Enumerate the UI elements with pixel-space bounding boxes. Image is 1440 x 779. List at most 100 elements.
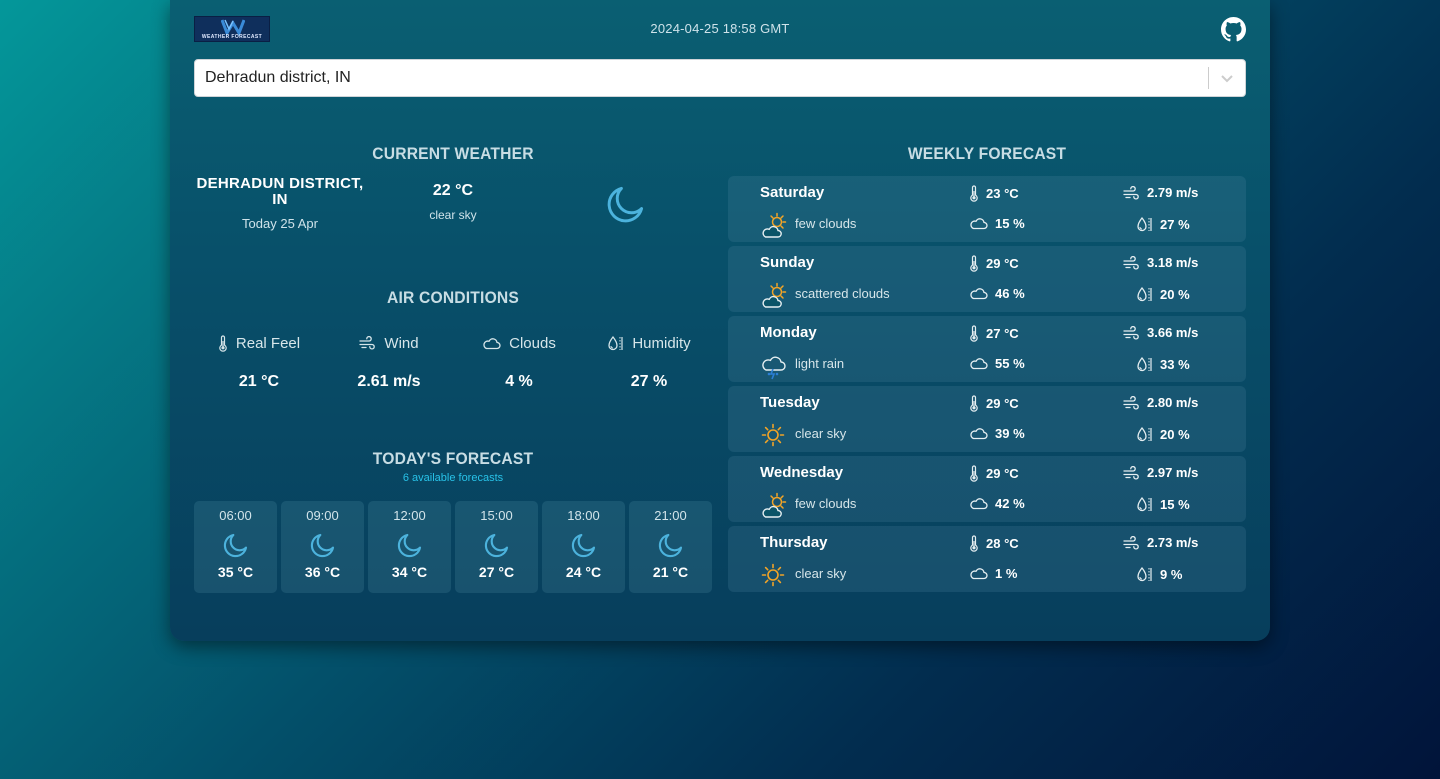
- forecast-wind-metric: 2.80 m/s: [1123, 395, 1198, 410]
- forecast-clouds: 46 %: [995, 286, 1025, 301]
- air-condition-label: Humidity: [632, 334, 691, 352]
- current-description: clear sky: [429, 208, 477, 222]
- forecast-day: Thursday: [760, 534, 828, 551]
- github-icon: [1221, 17, 1246, 42]
- forecast-humidity-metric: 9 %: [1136, 566, 1182, 583]
- forecast-day: Saturday: [760, 184, 825, 201]
- forecast-temp-metric: 23 °C: [969, 185, 1019, 202]
- forecast-humidity-metric: 20 %: [1136, 286, 1190, 303]
- forecast-humidity: 15 %: [1160, 497, 1190, 512]
- weekly-forecast-row: Sunday scattered clouds 29 °C 3.18 m/s 4…: [728, 246, 1246, 312]
- wind-icon: [1123, 185, 1139, 200]
- hourly-forecast-card: 15:00 27 °C: [455, 501, 538, 593]
- weekly-forecast-row: Saturday few clouds 23 °C 2.79 m/s 15 %: [728, 176, 1246, 242]
- forecast-wind: 2.73 m/s: [1147, 535, 1199, 550]
- forecast-description: scattered clouds: [795, 286, 890, 301]
- github-link[interactable]: [1221, 17, 1246, 42]
- humidity-icon: [1137, 566, 1152, 582]
- todays-forecast-subtitle: 6 available forecasts: [402, 472, 504, 484]
- weekly-forecast-row: Monday light rain 27 °C 3.66 m/s 55 % 33…: [728, 316, 1246, 382]
- forecast-wind: 2.97 m/s: [1147, 465, 1199, 480]
- cloud-icon: [483, 337, 501, 349]
- wind-icon: [1123, 395, 1139, 410]
- humidity-icon: [608, 335, 623, 350]
- forecast-clouds-metric: 42 %: [969, 496, 1025, 511]
- weekly-forecast-title: WEEKLY FORECAST: [907, 144, 1067, 163]
- humidity-icon: [1137, 216, 1152, 232]
- forecast-clouds-metric: 15 %: [969, 216, 1025, 231]
- moon-icon: [604, 182, 648, 231]
- weekly-forecast-row: Wednesday few clouds 29 °C 2.97 m/s 42 %: [728, 456, 1246, 522]
- thermometer-icon: [970, 395, 978, 412]
- forecast-wind: 2.79 m/s: [1147, 185, 1199, 200]
- air-condition-value: 2.61 m/s: [357, 373, 421, 390]
- forecast-humidity-metric: 20 %: [1136, 426, 1190, 443]
- air-condition-label: Real Feel: [235, 334, 301, 352]
- forecast-wind: 3.66 m/s: [1147, 325, 1199, 340]
- forecast-temp-metric: 29 °C: [969, 465, 1019, 482]
- sun-icon: [760, 562, 786, 593]
- forecast-wind-metric: 2.79 m/s: [1123, 185, 1198, 200]
- wind-icon: [1123, 255, 1139, 270]
- hourly-temp: 27 °C: [478, 564, 515, 580]
- forecast-temp-metric: 29 °C: [969, 395, 1019, 412]
- forecast-temp-metric: 27 °C: [969, 325, 1019, 342]
- moon-icon: [455, 529, 538, 561]
- cloud-icon: [970, 428, 988, 440]
- forecast-description: few clouds: [795, 496, 857, 511]
- forecast-humidity-metric: 15 %: [1136, 496, 1190, 513]
- moon-icon: [542, 529, 625, 561]
- cloud-icon: [970, 288, 988, 300]
- wind-icon: [359, 336, 376, 350]
- air-condition-value: 21 °C: [238, 373, 280, 390]
- city-search-select[interactable]: Dehradun district, IN: [194, 59, 1246, 97]
- hourly-forecast-card: 06:00 35 °C: [194, 501, 277, 593]
- air-condition-label: Clouds: [509, 334, 556, 352]
- humidity-icon: [1137, 426, 1152, 442]
- wind-icon: [1123, 325, 1139, 340]
- forecast-clouds: 1 %: [995, 566, 1018, 581]
- forecast-clouds-metric: 1 %: [969, 566, 1017, 581]
- forecast-humidity-metric: 27 %: [1136, 216, 1190, 233]
- hourly-time: 06:00: [219, 508, 252, 523]
- forecast-wind-metric: 2.73 m/s: [1123, 535, 1198, 550]
- chevron-down-icon: [1221, 75, 1233, 83]
- forecast-humidity: 33 %: [1160, 357, 1190, 372]
- forecast-clouds-metric: 55 %: [969, 356, 1025, 371]
- sun-cloud-icon: [760, 282, 788, 315]
- forecast-clouds-metric: 46 %: [969, 286, 1025, 301]
- forecast-wind-metric: 2.97 m/s: [1123, 465, 1198, 480]
- moon-icon: [194, 529, 277, 561]
- thermometer-icon: [970, 255, 978, 272]
- forecast-temp-metric: 29 °C: [969, 255, 1019, 272]
- hourly-forecast-card: 18:00 24 °C: [542, 501, 625, 593]
- current-date: Today 25 Apr: [242, 216, 318, 231]
- cloud-icon: [970, 498, 988, 510]
- forecast-description: clear sky: [795, 566, 847, 581]
- forecast-temp: 29 °C: [986, 396, 1019, 411]
- air-condition-label: Wind: [384, 334, 419, 352]
- forecast-clouds: 55 %: [995, 356, 1025, 371]
- forecast-clouds: 42 %: [995, 496, 1025, 511]
- forecast-wind-metric: 3.18 m/s: [1123, 255, 1198, 270]
- current-temperature: 22 °C: [432, 182, 474, 199]
- forecast-temp: 27 °C: [986, 326, 1019, 341]
- search-input[interactable]: Dehradun district, IN: [195, 69, 1208, 87]
- current-datetime: 2024-04-25 18:58 GMT: [650, 21, 790, 36]
- hourly-time: 15:00: [480, 508, 513, 523]
- forecast-humidity: 20 %: [1160, 287, 1190, 302]
- air-condition-humidity: Humidity 27 %: [584, 333, 714, 391]
- forecast-day: Sunday: [760, 254, 815, 271]
- wind-icon: [1123, 465, 1139, 480]
- moon-icon: [368, 529, 451, 561]
- hourly-time: 09:00: [306, 508, 339, 523]
- sun-cloud-icon: [760, 492, 788, 525]
- humidity-icon: [1137, 356, 1152, 372]
- forecast-wind: 3.18 m/s: [1147, 255, 1199, 270]
- forecast-clouds: 39 %: [995, 426, 1025, 441]
- air-condition-real-feel: Real Feel 21 °C: [194, 333, 324, 391]
- forecast-day: Tuesday: [760, 394, 820, 411]
- dropdown-toggle[interactable]: [1209, 60, 1245, 96]
- sun-icon: [760, 422, 786, 453]
- thermometer-icon: [970, 185, 978, 202]
